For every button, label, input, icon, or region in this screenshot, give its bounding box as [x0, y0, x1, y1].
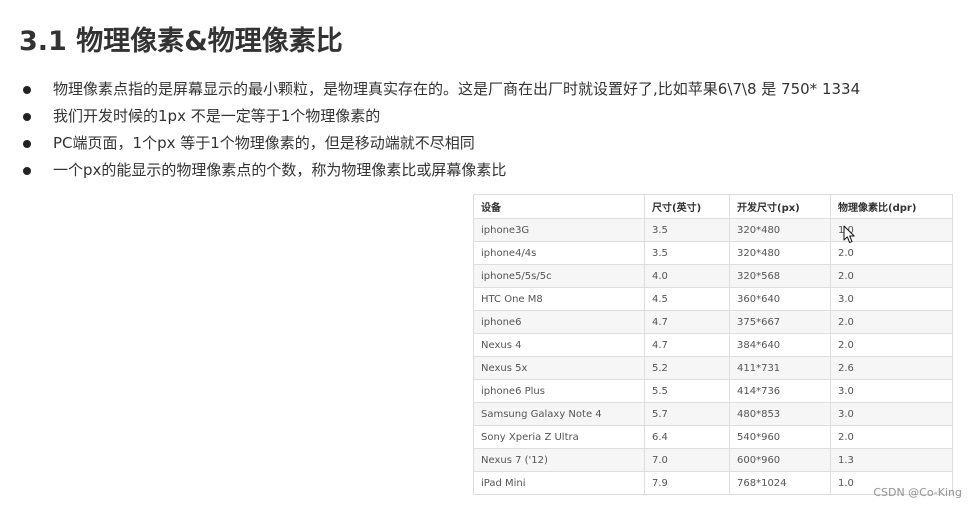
cell-size-inches: 5.7: [644, 402, 730, 426]
cell-dev-size-px: 360*640: [729, 287, 831, 311]
cell-device: iphone6: [473, 310, 645, 334]
cell-device: iPad Mini: [473, 471, 645, 495]
cell-dev-size-px: 540*960: [729, 425, 831, 449]
cell-dpr: 1.3: [830, 448, 953, 472]
cell-device: Samsung Galaxy Note 4: [473, 402, 645, 426]
cell-dev-size-px: 768*1024: [729, 471, 831, 495]
table-row: iphone5/5s/5c 4.0 320*568 2.0: [473, 264, 953, 288]
column-header-size-inches: 尺寸(英寸): [644, 194, 730, 219]
cell-device: iphone4/4s: [473, 241, 645, 265]
table-header: 设备 尺寸(英寸) 开发尺寸(px) 物理像素比(dpr): [473, 194, 953, 219]
cell-dev-size-px: 384*640: [729, 333, 831, 357]
table-row: Nexus 5x 5.2 411*731 2.6: [473, 356, 953, 380]
bullet-text: 我们开发时候的1px 不是一定等于1个物理像素的: [53, 107, 381, 125]
cell-device: HTC One M8: [473, 287, 645, 311]
cell-dpr: 2.0: [830, 241, 953, 265]
cell-dpr: 2.6: [830, 356, 953, 380]
table-row: Nexus 4 4.7 384*640 2.0: [473, 333, 953, 357]
cell-device: Nexus 5x: [473, 356, 645, 380]
bullet-text: PC端页面，1个px 等于1个物理像素的，但是移动端就不尽相同: [53, 134, 475, 152]
column-header-dev-size-px: 开发尺寸(px): [729, 194, 831, 219]
cell-size-inches: 4.7: [644, 333, 730, 357]
table-row: Samsung Galaxy Note 4 5.7 480*853 3.0: [473, 402, 953, 426]
device-dpr-table: 设备 尺寸(英寸) 开发尺寸(px) 物理像素比(dpr) iphone3G 3…: [473, 194, 953, 495]
bullet-item: 物理像素点指的是屏幕显示的最小颗粒，是物理真实存在的。这是厂商在出厂时就设置好了…: [0, 76, 930, 103]
table-row: iphone4/4s 3.5 320*480 2.0: [473, 241, 953, 265]
table-row: Nexus 7 ('12) 7.0 600*960 1.3: [473, 448, 953, 472]
cell-size-inches: 5.5: [644, 379, 730, 403]
cell-device: Nexus 7 ('12): [473, 448, 645, 472]
cell-dev-size-px: 480*853: [729, 402, 831, 426]
bullet-item: 我们开发时候的1px 不是一定等于1个物理像素的: [0, 103, 930, 130]
bullet-dot-icon: [23, 167, 31, 175]
cell-size-inches: 3.5: [644, 218, 730, 242]
table-row: iphone3G 3.5 320*480 1.0: [473, 218, 953, 242]
bullet-item: PC端页面，1个px 等于1个物理像素的，但是移动端就不尽相同: [0, 130, 930, 157]
cell-dev-size-px: 600*960: [729, 448, 831, 472]
cell-dev-size-px: 320*568: [729, 264, 831, 288]
cell-device: Sony Xperia Z Ultra: [473, 425, 645, 449]
bullet-text: 物理像素点指的是屏幕显示的最小颗粒，是物理真实存在的。这是厂商在出厂时就设置好了…: [53, 80, 861, 98]
cell-device: iphone5/5s/5c: [473, 264, 645, 288]
cell-dev-size-px: 320*480: [729, 218, 831, 242]
cell-size-inches: 3.5: [644, 241, 730, 265]
table-row: iphone6 4.7 375*667 2.0: [473, 310, 953, 334]
mouse-cursor-icon: [843, 225, 855, 244]
cell-dpr: 3.0: [830, 402, 953, 426]
cell-size-inches: 7.0: [644, 448, 730, 472]
bullet-dot-icon: [23, 113, 31, 121]
cell-dpr: 2.0: [830, 425, 953, 449]
watermark: CSDN @Co-King: [873, 486, 962, 499]
cell-size-inches: 4.7: [644, 310, 730, 334]
cell-dpr: 3.0: [830, 379, 953, 403]
table-header-row: 设备 尺寸(英寸) 开发尺寸(px) 物理像素比(dpr): [473, 194, 953, 219]
cell-dev-size-px: 320*480: [729, 241, 831, 265]
bullet-list: 物理像素点指的是屏幕显示的最小颗粒，是物理真实存在的。这是厂商在出厂时就设置好了…: [0, 76, 930, 184]
bullet-dot-icon: [23, 140, 31, 148]
cell-device: iphone3G: [473, 218, 645, 242]
table-row: HTC One M8 4.5 360*640 3.0: [473, 287, 953, 311]
cell-dpr: 3.0: [830, 287, 953, 311]
bullet-dot-icon: [23, 86, 31, 94]
cell-dev-size-px: 414*736: [729, 379, 831, 403]
slide: 3.1 物理像素&物理像素比 物理像素点指的是屏幕显示的最小颗粒，是物理真实存在…: [0, 0, 979, 510]
cell-size-inches: 6.4: [644, 425, 730, 449]
column-header-device: 设备: [473, 194, 645, 219]
table-row: Sony Xperia Z Ultra 6.4 540*960 2.0: [473, 425, 953, 449]
cell-size-inches: 5.2: [644, 356, 730, 380]
cell-dpr: 2.0: [830, 333, 953, 357]
cell-device: Nexus 4: [473, 333, 645, 357]
bullet-text: 一个px的能显示的物理像素点的个数，称为物理像素比或屏幕像素比: [53, 161, 507, 179]
cell-size-inches: 7.9: [644, 471, 730, 495]
column-header-dpr: 物理像素比(dpr): [830, 194, 953, 219]
cell-dpr: 2.0: [830, 310, 953, 334]
cell-size-inches: 4.5: [644, 287, 730, 311]
table-body: iphone3G 3.5 320*480 1.0 iphone4/4s 3.5 …: [473, 218, 953, 495]
table-row: iphone6 Plus 5.5 414*736 3.0: [473, 379, 953, 403]
cell-dev-size-px: 375*667: [729, 310, 831, 334]
bullet-item: 一个px的能显示的物理像素点的个数，称为物理像素比或屏幕像素比: [0, 157, 930, 184]
cell-dpr: 2.0: [830, 264, 953, 288]
cell-dev-size-px: 411*731: [729, 356, 831, 380]
page-title: 3.1 物理像素&物理像素比: [19, 26, 343, 57]
cell-size-inches: 4.0: [644, 264, 730, 288]
cell-device: iphone6 Plus: [473, 379, 645, 403]
